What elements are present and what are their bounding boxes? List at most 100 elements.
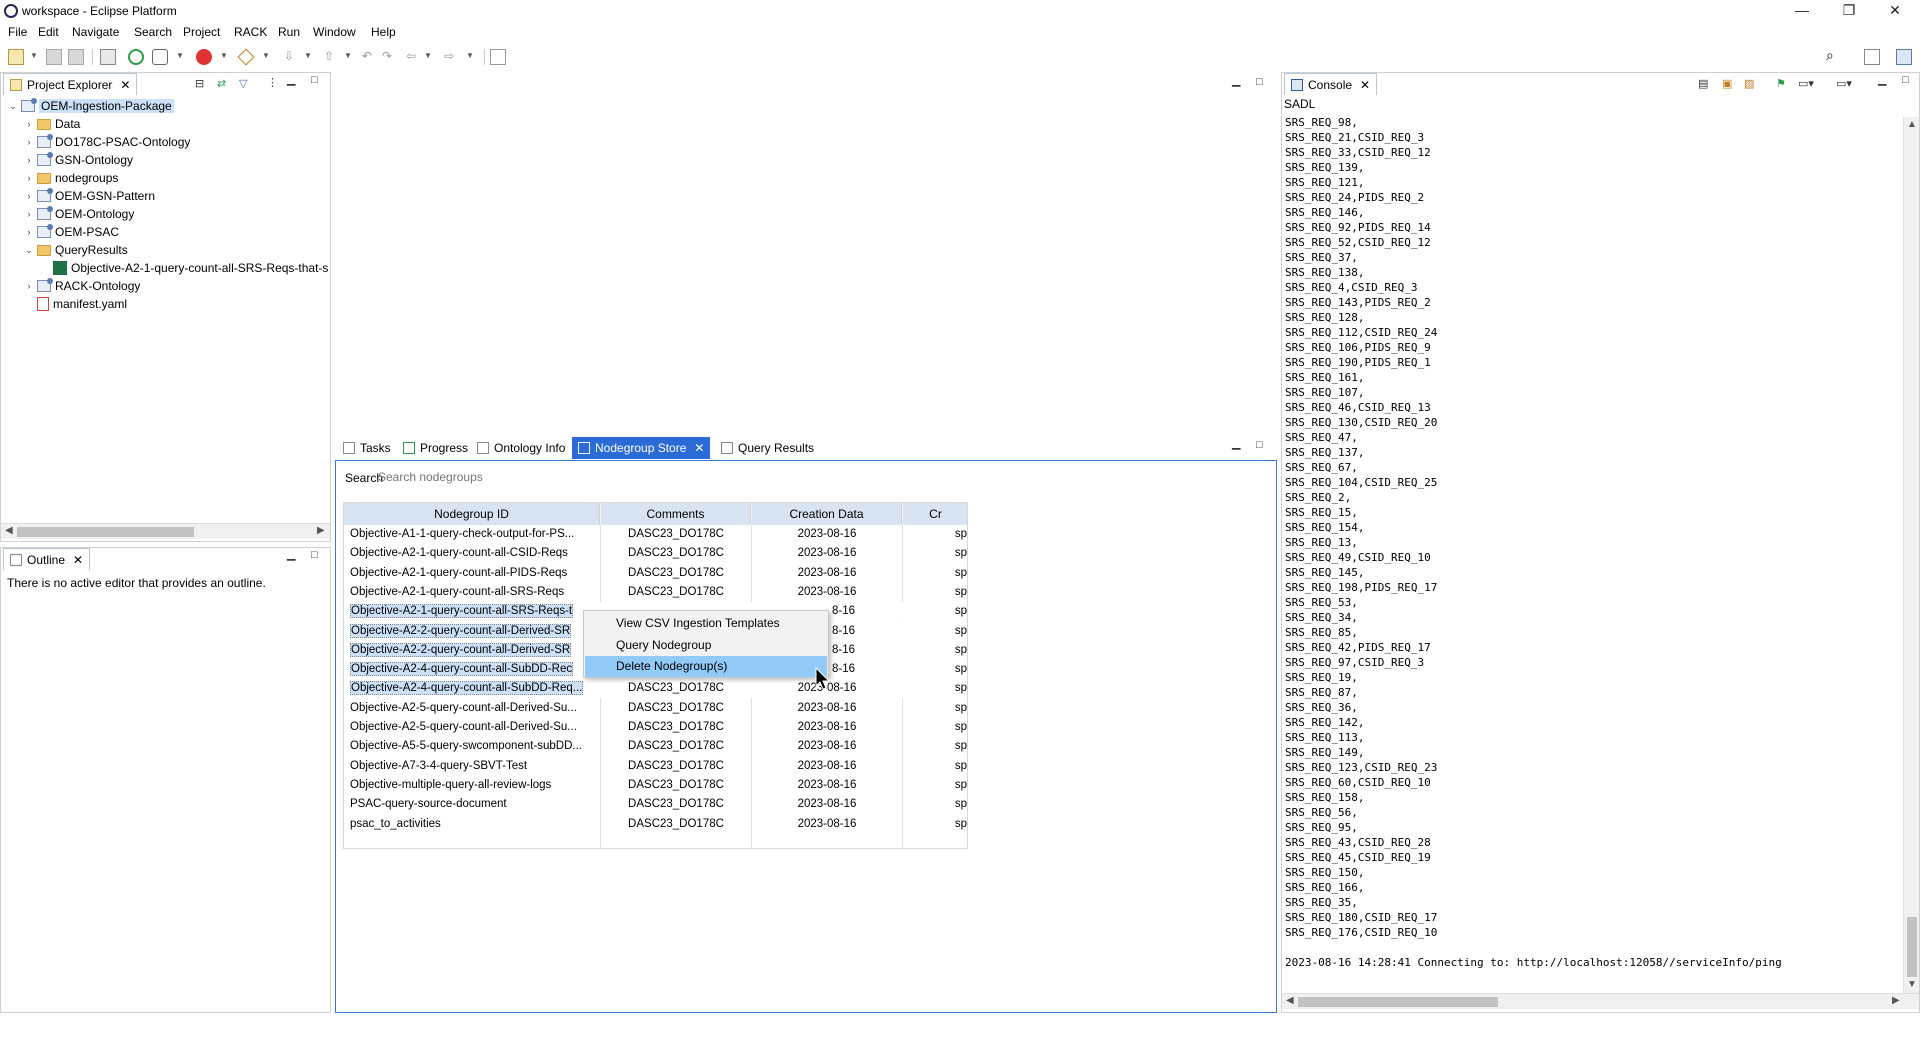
- pin-console-icon[interactable]: ⚑: [1776, 77, 1786, 90]
- column-header-nodegroup-id[interactable]: Nodegroup ID: [344, 503, 600, 525]
- scroll-lock-icon[interactable]: ▣: [1722, 77, 1732, 90]
- table-row[interactable]: Objective-A2-1-query-count-all-CSID-Reqs…: [344, 544, 967, 563]
- expanded-arrow-icon[interactable]: ⌄: [23, 245, 35, 256]
- scroll-left-icon[interactable]: ◀: [1286, 995, 1294, 1006]
- minimize-button[interactable]: —: [1779, 0, 1825, 22]
- tree-item[interactable]: › RACK-Ontology: [23, 277, 140, 295]
- table-row[interactable]: Objective-A2-1-query-count-all-PIDS-Reqs…: [344, 564, 967, 583]
- menu-help[interactable]: Help: [371, 25, 396, 39]
- minimize-view-icon[interactable]: ▁: [287, 73, 295, 86]
- open-console-icon[interactable]: ▭▾: [1836, 77, 1852, 90]
- back-dropdown-icon[interactable]: ▼: [424, 51, 432, 60]
- maximize-view-icon[interactable]: □: [311, 549, 318, 561]
- table-row[interactable]: Objective-A5-5-query-swcomponent-subDD..…: [344, 737, 967, 756]
- close-icon[interactable]: ✕: [1360, 78, 1370, 92]
- collapse-all-icon[interactable]: ⊟: [195, 77, 204, 90]
- scroll-left-icon[interactable]: ◀: [5, 525, 13, 536]
- external-tools-icon[interactable]: [237, 48, 255, 66]
- table-row[interactable]: Objective-A2-5-query-count-all-Derived-S…: [344, 699, 967, 718]
- tab-ontology-info[interactable]: Ontology Info: [471, 437, 571, 459]
- table-row[interactable]: Objective-A1-1-query-check-output-for-PS…: [344, 525, 967, 544]
- collapsed-arrow-icon[interactable]: ›: [23, 155, 35, 165]
- column-header-creation-data[interactable]: Creation Data: [752, 503, 902, 525]
- link-dropdown-icon[interactable]: ▼: [176, 51, 184, 60]
- minimize-view-icon[interactable]: ▁: [1232, 437, 1240, 450]
- collapsed-arrow-icon[interactable]: ›: [23, 137, 35, 147]
- search-input[interactable]: [378, 467, 578, 487]
- table-row[interactable]: Objective-A2-1-query-count-all-SRS-Reqs D…: [344, 583, 967, 602]
- collapsed-arrow-icon[interactable]: ›: [23, 191, 35, 201]
- external-tools-dropdown-icon[interactable]: ▼: [262, 51, 270, 60]
- display-console-icon[interactable]: ▭▾: [1798, 77, 1814, 90]
- new-icon[interactable]: [8, 49, 24, 65]
- tree-item[interactable]: › Data: [23, 115, 81, 133]
- scroll-up-icon[interactable]: ▲: [1907, 119, 1917, 130]
- forward-icon[interactable]: ⇨: [444, 49, 460, 65]
- scroll-thumb[interactable]: [1298, 997, 1498, 1007]
- forward-edit-icon[interactable]: ↷: [382, 49, 398, 65]
- table-row[interactable]: PSAC-query-source-document DASC23_DO178C 2…: [344, 795, 967, 814]
- pin-editor-icon[interactable]: [490, 49, 506, 65]
- menu-search[interactable]: Search: [134, 25, 172, 39]
- save-icon[interactable]: [46, 49, 62, 65]
- tab-console[interactable]: Console ✕: [1284, 73, 1378, 95]
- collapsed-arrow-icon[interactable]: ›: [23, 227, 35, 237]
- save-all-icon[interactable]: [68, 49, 84, 65]
- table-row[interactable]: Objective-A2-4-query-count-all-SubDD-Req…: [344, 679, 967, 699]
- column-header-comments[interactable]: Comments: [601, 503, 751, 525]
- last-edit-icon[interactable]: ↶: [362, 49, 378, 65]
- menu-edit[interactable]: Edit: [38, 25, 59, 39]
- perspective-icon[interactable]: [1896, 49, 1912, 65]
- maximize-view-icon[interactable]: □: [311, 74, 318, 86]
- tab-project-explorer[interactable]: Project Explorer ✕: [3, 73, 138, 95]
- menu-item-delete-nodegroups[interactable]: Delete Nodegroup(s): [585, 656, 827, 677]
- table-row[interactable]: Objective-A2-5-query-count-all-Derived-S…: [344, 718, 967, 737]
- tree-item[interactable]: › nodegroups: [23, 169, 119, 187]
- tab-tasks[interactable]: Tasks: [337, 437, 397, 459]
- close-button[interactable]: ✕: [1872, 0, 1918, 22]
- menu-file[interactable]: File: [8, 25, 27, 39]
- tab-query-results[interactable]: Query Results: [715, 437, 820, 459]
- debug-icon[interactable]: [196, 49, 212, 65]
- scroll-right-icon[interactable]: ▶: [1892, 995, 1900, 1006]
- expanded-arrow-icon[interactable]: ⌄: [7, 101, 19, 112]
- vertical-scrollbar[interactable]: ▲ ▼: [1903, 117, 1919, 993]
- new-dropdown-icon[interactable]: ▼: [30, 51, 38, 60]
- next-annotation-dropdown-icon[interactable]: ▼: [304, 51, 312, 60]
- menu-project[interactable]: Project: [183, 25, 220, 39]
- maximize-view-icon[interactable]: □: [1256, 439, 1263, 451]
- column-header-cr[interactable]: Cr: [903, 503, 967, 525]
- scroll-thumb[interactable]: [1907, 917, 1917, 977]
- forward-dropdown-icon[interactable]: ▼: [466, 51, 474, 60]
- tree-item[interactable]: › OEM-Ontology: [23, 205, 134, 223]
- previous-annotation-icon[interactable]: ⇧: [324, 49, 340, 65]
- table-row[interactable]: Objective-A7-3-4-query-SBVT-Test DASC23_D…: [344, 757, 967, 776]
- scroll-thumb[interactable]: [17, 527, 194, 537]
- tab-progress[interactable]: Progress: [397, 437, 474, 459]
- refresh-icon[interactable]: [128, 49, 144, 65]
- link-with-editor-icon[interactable]: ⇄: [217, 77, 226, 90]
- tab-nodegroup-store[interactable]: Nodegroup Store ✕: [572, 437, 711, 459]
- menu-item-view-csv-ingestion-templates[interactable]: View CSV Ingestion Templates: [585, 613, 827, 634]
- scroll-right-icon[interactable]: ▶: [317, 525, 325, 536]
- tree-item[interactable]: › OEM-PSAC: [23, 223, 119, 241]
- restore-button[interactable]: ❐: [1826, 0, 1872, 22]
- filter-icon[interactable]: ▽: [239, 77, 247, 90]
- debug-dropdown-icon[interactable]: ▼: [220, 51, 228, 60]
- minimize-view-icon[interactable]: ▁: [1878, 73, 1886, 86]
- collapsed-arrow-icon[interactable]: ›: [23, 119, 35, 129]
- table-row[interactable]: Objective-multiple-query-all-review-logs…: [344, 776, 967, 795]
- tree-item[interactable]: › DO178C-PSAC-Ontology: [23, 133, 190, 151]
- collapsed-arrow-icon[interactable]: ›: [23, 209, 35, 219]
- close-icon[interactable]: ✕: [73, 553, 83, 567]
- horizontal-scrollbar[interactable]: ◀ ▶: [1, 523, 330, 539]
- close-icon[interactable]: ✕: [120, 78, 130, 92]
- close-icon[interactable]: ✕: [694, 441, 704, 455]
- view-menu-icon[interactable]: ⋮: [267, 76, 278, 89]
- tree-item[interactable]: Objective-A2-1-query-count-all-SRS-Reqs-…: [39, 259, 328, 277]
- tree-item[interactable]: manifest.yaml: [23, 295, 127, 313]
- tree-item[interactable]: › GSN-Ontology: [23, 151, 133, 169]
- tree-item[interactable]: ⌄ OEM-Ingestion-Package: [7, 97, 174, 115]
- menu-item-query-nodegroup[interactable]: Query Nodegroup: [585, 635, 827, 656]
- minimize-view-icon[interactable]: ▁: [287, 548, 295, 561]
